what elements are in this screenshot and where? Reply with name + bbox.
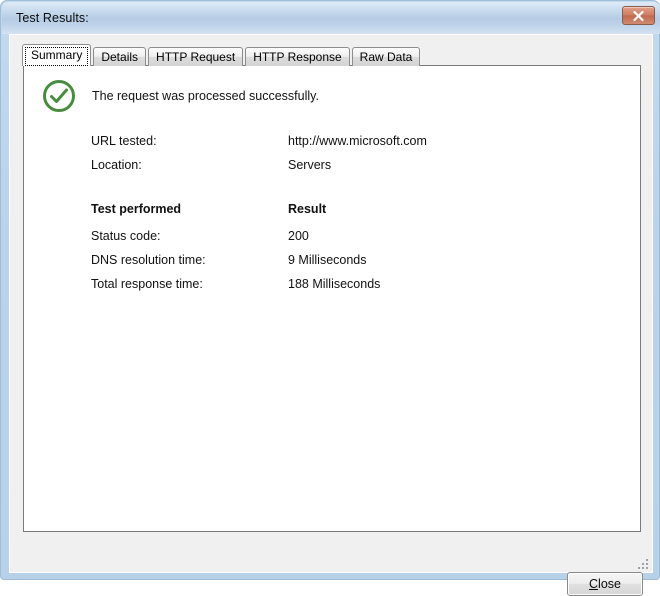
- success-check-icon: [42, 79, 76, 113]
- close-button-accel: C: [589, 577, 599, 591]
- close-button-label: Close: [589, 577, 621, 591]
- results-value-total-time: 188 Milliseconds: [288, 277, 381, 291]
- dialog-client-area: Summary Details HTTP Request HTTP Respon…: [9, 34, 653, 596]
- title-bar: Test Results:: [2, 2, 660, 34]
- close-button-label-rest: lose: [598, 577, 621, 591]
- info-row-location: Location: Servers: [91, 158, 427, 182]
- results-row-dns-time: DNS resolution time: 9 Milliseconds: [91, 253, 427, 277]
- tab-details[interactable]: Details: [93, 47, 147, 66]
- close-button[interactable]: Close: [567, 572, 643, 596]
- info-label-url: URL tested:: [91, 134, 157, 148]
- tab-panel-summary: The request was processed successfully. …: [23, 65, 641, 532]
- results-header-row: Test performed Result: [91, 202, 427, 229]
- tab-raw-data[interactable]: Raw Data: [351, 47, 421, 66]
- tab-details-label: Details: [101, 50, 139, 64]
- results-header-result: Result: [288, 202, 327, 216]
- summary-info-grid: URL tested: http://www.microsoft.com Loc…: [91, 134, 427, 301]
- tab-raw-data-label: Raw Data: [359, 50, 413, 64]
- tab-summary[interactable]: Summary: [22, 44, 92, 66]
- tab-summary-label: Summary: [31, 48, 83, 62]
- window-title: Test Results:: [16, 11, 89, 25]
- close-x-icon: [623, 10, 654, 22]
- results-value-status-code: 200: [288, 229, 309, 243]
- info-label-location: Location:: [91, 158, 142, 172]
- status-message: The request was processed successfully.: [92, 89, 319, 103]
- info-row-url: URL tested: http://www.microsoft.com: [91, 134, 427, 158]
- results-value-dns-time: 9 Milliseconds: [288, 253, 367, 267]
- resize-grip[interactable]: [635, 556, 648, 569]
- results-label-total-time: Total response time:: [91, 277, 203, 291]
- info-value-url: http://www.microsoft.com: [288, 134, 427, 148]
- tab-http-request[interactable]: HTTP Request: [148, 47, 244, 66]
- tab-http-response-label: HTTP Response: [253, 50, 342, 64]
- results-header-test-performed: Test performed: [91, 202, 182, 216]
- status-row: The request was processed successfully.: [42, 79, 319, 113]
- info-value-location: Servers: [288, 158, 332, 172]
- results-label-status-code: Status code:: [91, 229, 161, 243]
- window-close-button[interactable]: [622, 6, 655, 25]
- tab-http-request-label: HTTP Request: [156, 50, 236, 64]
- dialog-window: Test Results: Summary Details HTTP Reque…: [0, 0, 660, 596]
- tab-strip: Summary Details HTTP Request HTTP Respon…: [22, 44, 422, 66]
- results-label-dns-time: DNS resolution time:: [91, 253, 206, 267]
- results-row-status-code: Status code: 200: [91, 229, 427, 253]
- tab-http-response[interactable]: HTTP Response: [245, 47, 350, 66]
- results-row-total-time: Total response time: 188 Milliseconds: [91, 277, 427, 301]
